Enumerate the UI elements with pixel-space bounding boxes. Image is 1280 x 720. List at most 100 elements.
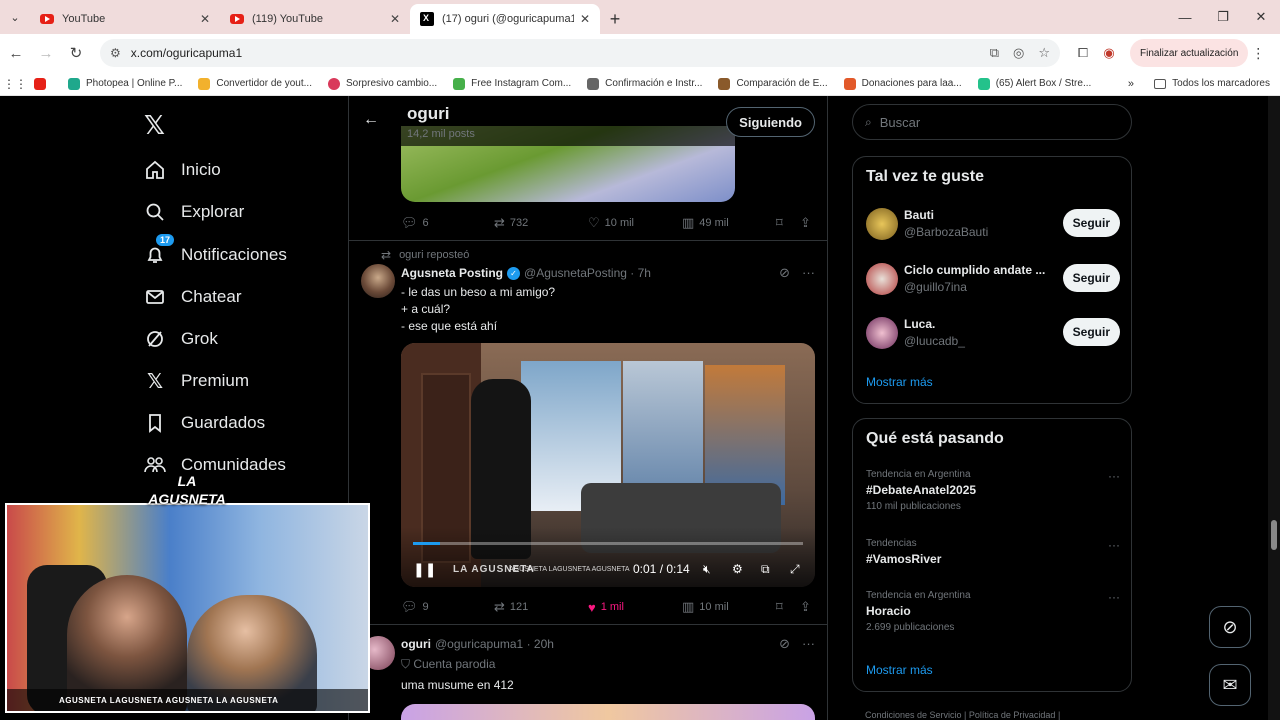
- nav-item-premium[interactable]: 𝕏 Premium: [144, 370, 249, 393]
- nav-item-explore[interactable]: Explorar: [144, 201, 244, 223]
- chevron-right-icon[interactable]: »: [1128, 78, 1134, 90]
- minimize-button[interactable]: —: [1166, 0, 1204, 34]
- all-bookmarks-button[interactable]: Todos los marcadores: [1154, 78, 1270, 89]
- profile-icon[interactable]: ◉: [1096, 45, 1122, 61]
- scrollbar[interactable]: [1268, 96, 1280, 720]
- trend-item[interactable]: Tendencia en Argentina #DebateAnatel2025…: [866, 469, 1120, 512]
- follow-button[interactable]: Seguir: [1062, 264, 1120, 292]
- close-icon[interactable]: ✕: [580, 12, 590, 26]
- nav-item-notifications[interactable]: 17 Notificaciones: [144, 234, 287, 266]
- forward-arrow-icon[interactable]: →: [32, 39, 60, 67]
- search-input[interactable]: ⌕ Buscar: [852, 104, 1132, 140]
- fullscreen-icon[interactable]: ⤢: [790, 562, 800, 577]
- suggested-user[interactable]: Luca. @luucadb_ Seguir: [866, 315, 1120, 355]
- avatar[interactable]: [361, 264, 395, 298]
- author-name[interactable]: oguri: [401, 637, 431, 651]
- repost-button[interactable]: ⇄ 732: [494, 215, 588, 231]
- share-button[interactable]: ⇪: [800, 215, 815, 231]
- like-button[interactable]: ♥ 1 mil: [588, 600, 682, 615]
- close-icon[interactable]: ✕: [200, 12, 210, 26]
- grok-floating-button[interactable]: ⊘: [1209, 606, 1251, 648]
- star-icon[interactable]: ☆: [1038, 45, 1050, 61]
- bookmark[interactable]: Comparación de E...: [718, 77, 828, 90]
- site-info-icon[interactable]: ⚙: [110, 46, 121, 60]
- scrollbar-thumb[interactable]: [1271, 520, 1277, 550]
- repost-button[interactable]: ⇄ 121: [494, 599, 588, 615]
- views-button[interactable]: ▥ 49 mil: [682, 215, 776, 231]
- apps-grid-icon[interactable]: ⋮⋮: [0, 77, 30, 91]
- video-player[interactable]: ❚❚ LA AGUSNETA AGUSNETA LAGUSNETA AGUSNE…: [401, 343, 815, 587]
- avatar[interactable]: [866, 317, 898, 349]
- pip-icon[interactable]: ⧉: [761, 562, 770, 577]
- install-icon[interactable]: ⧉: [990, 45, 999, 61]
- new-tab-button[interactable]: +: [600, 4, 630, 34]
- author-handle[interactable]: @oguricapuma1 · 20h: [435, 637, 554, 651]
- video-progress-bar[interactable]: [413, 542, 803, 545]
- follow-button[interactable]: Seguir: [1062, 209, 1120, 237]
- close-icon[interactable]: ✕: [390, 12, 400, 26]
- author-handle[interactable]: @AgusnetaPosting · 7h: [524, 266, 651, 280]
- reply-button[interactable]: 💬︎ 9: [401, 599, 494, 615]
- url-text[interactable]: x.com/oguricapuma1: [131, 46, 976, 60]
- share-button[interactable]: ⇪: [800, 599, 815, 615]
- footer-links[interactable]: Condiciones de Servicio | Política de Pr…: [865, 710, 1060, 720]
- show-more-link[interactable]: Mostrar más: [866, 663, 933, 677]
- bookmark[interactable]: Donaciones para laa...: [843, 77, 962, 90]
- nav-item-home[interactable]: Inicio: [144, 159, 221, 181]
- like-button[interactable]: ♡ 10 mil: [588, 215, 682, 231]
- repost-note[interactable]: oguri reposteó: [399, 249, 469, 261]
- more-icon[interactable]: ···: [802, 636, 815, 651]
- more-icon[interactable]: ···: [1108, 538, 1120, 552]
- grok-icon[interactable]: ⊘: [779, 636, 790, 651]
- more-icon[interactable]: ···: [802, 265, 815, 280]
- reload-icon[interactable]: ↻: [62, 39, 90, 67]
- browser-tab-active[interactable]: (17) oguri (@oguricapuma1) / X ✕: [410, 4, 600, 34]
- following-button[interactable]: Siguiendo: [726, 107, 815, 137]
- bookmark[interactable]: Free Instagram Com...: [453, 77, 571, 90]
- back-arrow-icon[interactable]: ←: [2, 39, 30, 67]
- bookmark-youtube[interactable]: [34, 77, 52, 90]
- follow-button[interactable]: Seguir: [1062, 318, 1120, 346]
- nav-item-grok[interactable]: Grok: [144, 328, 218, 350]
- suggested-user[interactable]: Bauti @BarbozaBauti Seguir: [866, 206, 1120, 246]
- bookmark[interactable]: Sorpresivo cambio...: [327, 77, 437, 90]
- trend-item[interactable]: Tendencia en Argentina Horacio 2.699 pub…: [866, 590, 1120, 633]
- suggested-user[interactable]: Ciclo cumplido andate ... @guillo7ina Se…: [866, 261, 1120, 301]
- back-arrow-icon[interactable]: ←: [363, 111, 379, 129]
- maximize-button[interactable]: ❐: [1204, 0, 1242, 34]
- author-name[interactable]: Agusneta Posting: [401, 266, 503, 280]
- timeline[interactable]: ← oguri 14,2 mil posts Siguiendo 💬︎ 6 ⇄ 73…: [348, 96, 828, 720]
- bookmark-button[interactable]: ⌑: [776, 215, 800, 231]
- update-button[interactable]: Finalizar actualización: [1130, 39, 1249, 67]
- nav-item-chat[interactable]: Chatear: [144, 286, 241, 308]
- browser-tab[interactable]: (119) YouTube ✕: [220, 4, 410, 34]
- more-icon[interactable]: ···: [1108, 590, 1120, 604]
- eye-slash-icon[interactable]: ◎: [1013, 45, 1024, 61]
- bookmark[interactable]: Convertidor de yout...: [198, 77, 312, 90]
- more-vert-icon[interactable]: ⋮: [1248, 45, 1268, 62]
- reply-button[interactable]: 💬︎ 6: [401, 215, 494, 231]
- bookmark[interactable]: Confirmación e Instr...: [587, 77, 702, 90]
- settings-icon[interactable]: ⚙: [732, 562, 743, 576]
- more-icon[interactable]: ···: [1108, 469, 1120, 483]
- close-window-button[interactable]: ✕: [1242, 0, 1280, 34]
- x-logo-icon[interactable]: 𝕏: [144, 110, 165, 141]
- tab-search-button[interactable]: ⌄: [0, 0, 30, 34]
- bookmark[interactable]: Photopea | Online P...: [68, 77, 182, 90]
- pause-icon[interactable]: ❚❚: [413, 561, 436, 578]
- bookmark-button[interactable]: ⌑: [776, 599, 800, 615]
- avatar[interactable]: [866, 263, 898, 295]
- grok-icon[interactable]: ⊘: [779, 265, 790, 280]
- post-media-image[interactable]: [401, 704, 815, 720]
- views-button[interactable]: ▥ 10 mil: [682, 599, 776, 615]
- browser-tab[interactable]: YouTube ✕: [30, 4, 220, 34]
- nav-item-bookmarks[interactable]: Guardados: [144, 412, 265, 434]
- avatar[interactable]: [866, 208, 898, 240]
- extensions-icon[interactable]: ⧠: [1070, 45, 1096, 61]
- trend-item[interactable]: Tendencias #VamosRiver ···: [866, 538, 1120, 566]
- address-bar[interactable]: ⚙ x.com/oguricapuma1 ⧉ ◎ ☆: [100, 39, 1060, 67]
- show-more-link[interactable]: Mostrar más: [866, 375, 933, 389]
- messages-floating-button[interactable]: ✉: [1209, 664, 1251, 706]
- bookmark[interactable]: (65) Alert Box / Stre...: [977, 77, 1091, 90]
- mute-icon[interactable]: 🔇︎: [703, 562, 711, 577]
